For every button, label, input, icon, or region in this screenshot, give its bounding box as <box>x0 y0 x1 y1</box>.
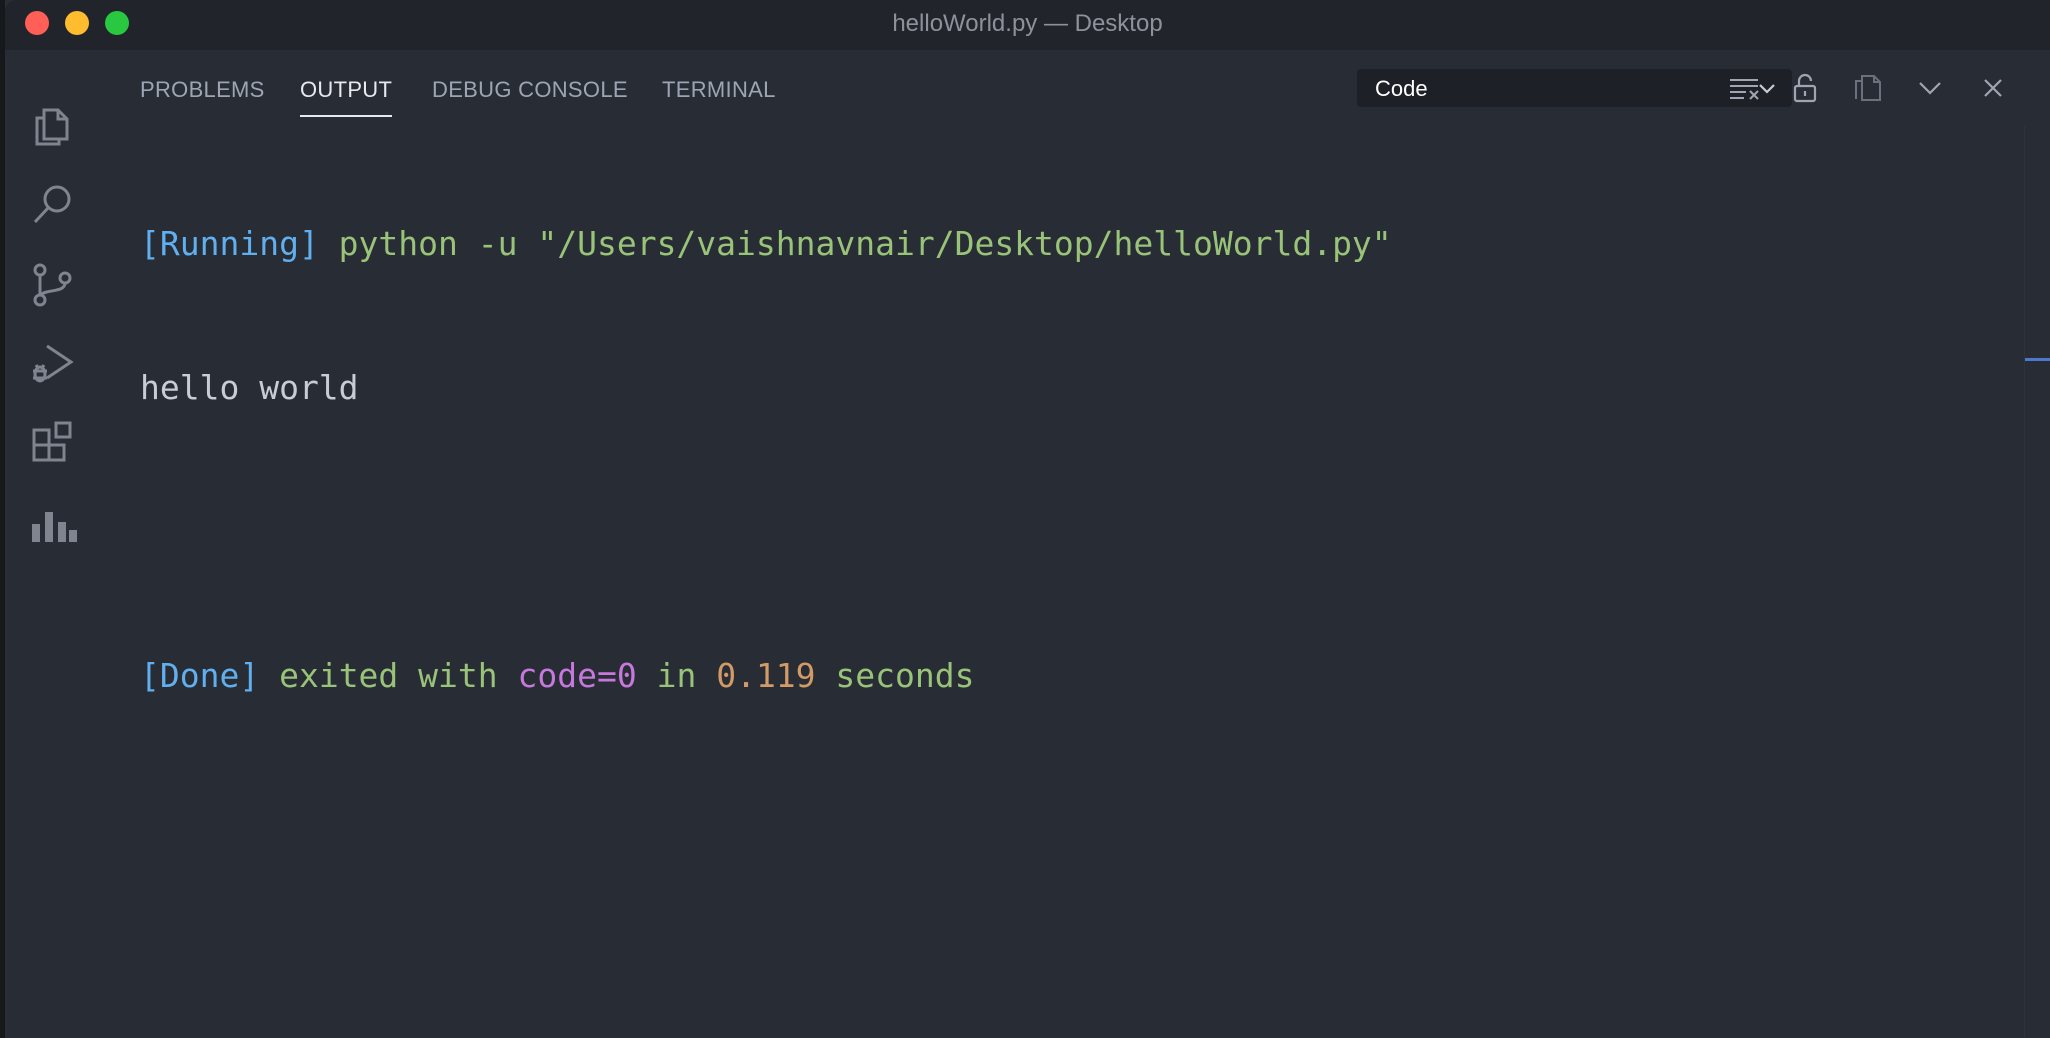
run-command: python -u "/Users/vaishnavnair/Desktop/h… <box>318 224 1392 263</box>
output-log: [Running] python -u "/Users/vaishnavnair… <box>140 124 1392 796</box>
tab-problems[interactable]: PROBLEMS <box>140 77 265 103</box>
vscode-window: helloWorld.py — Desktop PROBLEMS OUTPUT … <box>0 0 2050 1038</box>
unlock-icon[interactable] <box>1787 70 1823 106</box>
tab-debug-console[interactable]: DEBUG CONSOLE <box>432 77 628 103</box>
seconds-text: seconds <box>815 656 975 695</box>
source-control-icon[interactable] <box>27 258 79 310</box>
bar-chart-icon[interactable] <box>27 498 79 550</box>
tab-output[interactable]: OUTPUT <box>300 77 393 117</box>
activity-bar <box>5 50 97 1038</box>
output-channel-value: Code <box>1375 76 1428 101</box>
running-tag: [Running] <box>140 224 319 263</box>
output-line-running: [Running] python -u "/Users/vaishnavnair… <box>140 220 1392 268</box>
exit-code: code=0 <box>517 656 637 695</box>
close-icon[interactable] <box>1975 70 2011 106</box>
exited-with-text: exited with <box>259 656 518 695</box>
panel-tabs: PROBLEMS OUTPUT DEBUG CONSOLE TERMINAL C… <box>97 50 2050 126</box>
output-scrollbar[interactable] <box>2024 126 2050 1038</box>
run-debug-icon[interactable] <box>27 338 79 390</box>
in-text: in <box>636 656 717 695</box>
chevron-down-icon[interactable] <box>1912 70 1948 106</box>
output-line-program: hello world <box>140 364 1392 412</box>
open-file-icon[interactable] <box>1850 70 1886 106</box>
output-line-done: [Done] exited with code=0 in 0.119 secon… <box>140 652 1392 700</box>
output-line-blank <box>140 508 1392 556</box>
done-tag: [Done] <box>140 656 260 695</box>
bottom-panel: PROBLEMS OUTPUT DEBUG CONSOLE TERMINAL C… <box>97 50 2050 1038</box>
files-icon[interactable] <box>27 98 79 150</box>
extensions-icon[interactable] <box>27 418 79 470</box>
window-title: helloWorld.py — Desktop <box>892 10 1163 37</box>
duration-value: 0.119 <box>716 656 816 695</box>
title-bar: helloWorld.py — Desktop <box>5 0 2050 50</box>
program-output: hello world <box>140 368 359 407</box>
search-icon[interactable] <box>27 178 79 230</box>
clear-all-icon[interactable] <box>1726 70 1762 106</box>
scroll-position-marker <box>2025 358 2050 361</box>
tab-terminal[interactable]: TERMINAL <box>662 77 776 103</box>
